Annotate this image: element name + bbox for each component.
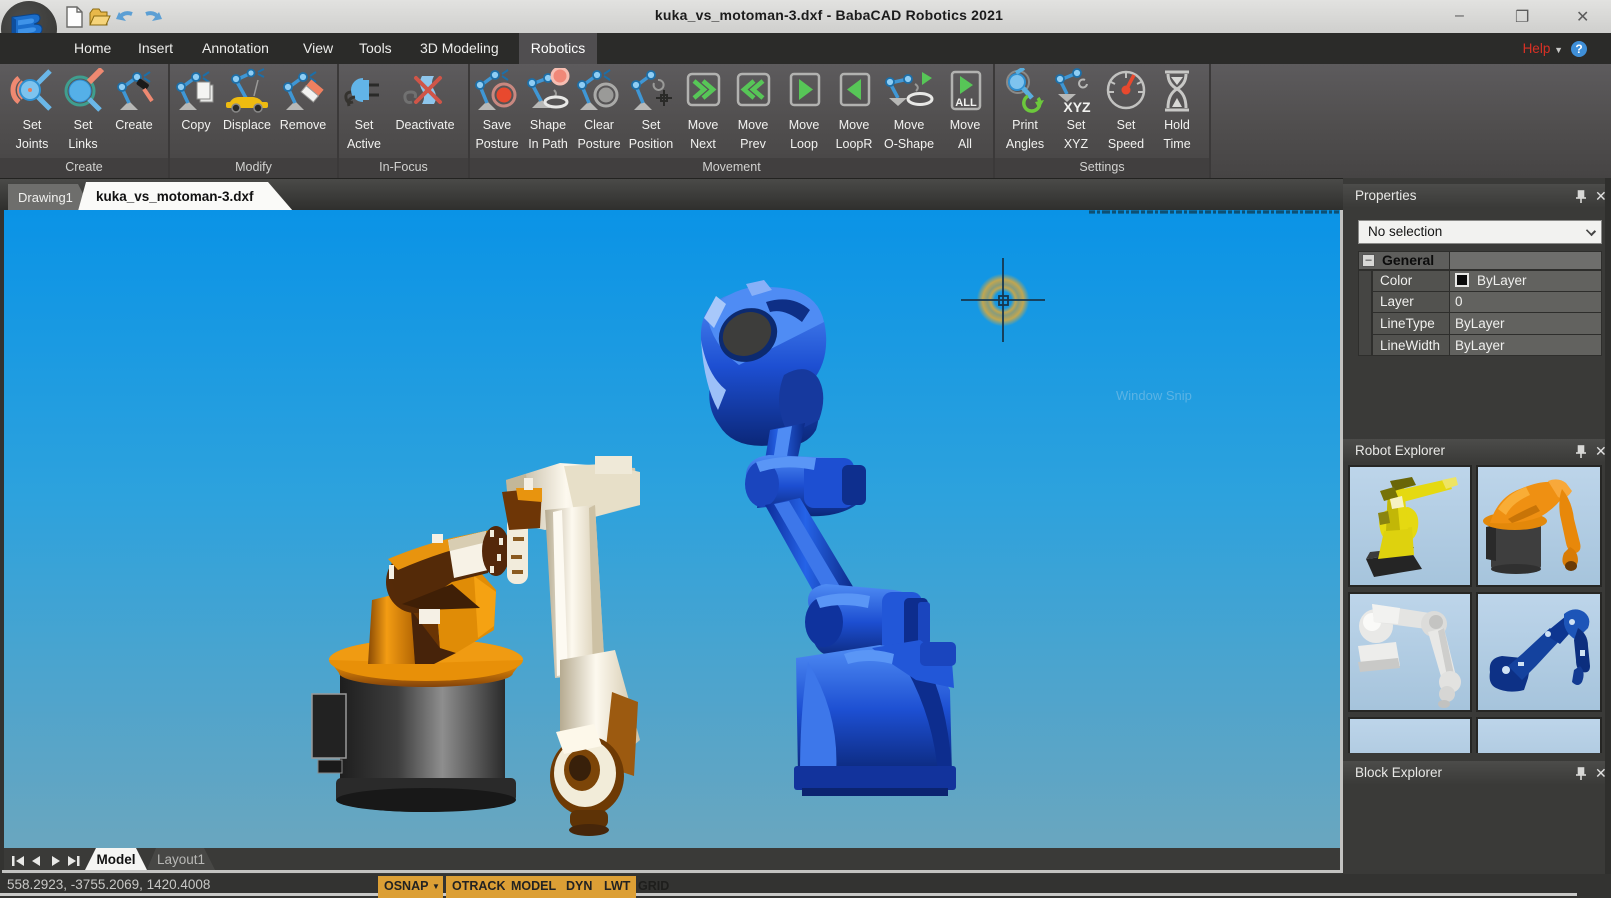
svg-text:XYZ: XYZ [1063, 99, 1091, 114]
svg-text:ALL: ALL [955, 97, 977, 109]
